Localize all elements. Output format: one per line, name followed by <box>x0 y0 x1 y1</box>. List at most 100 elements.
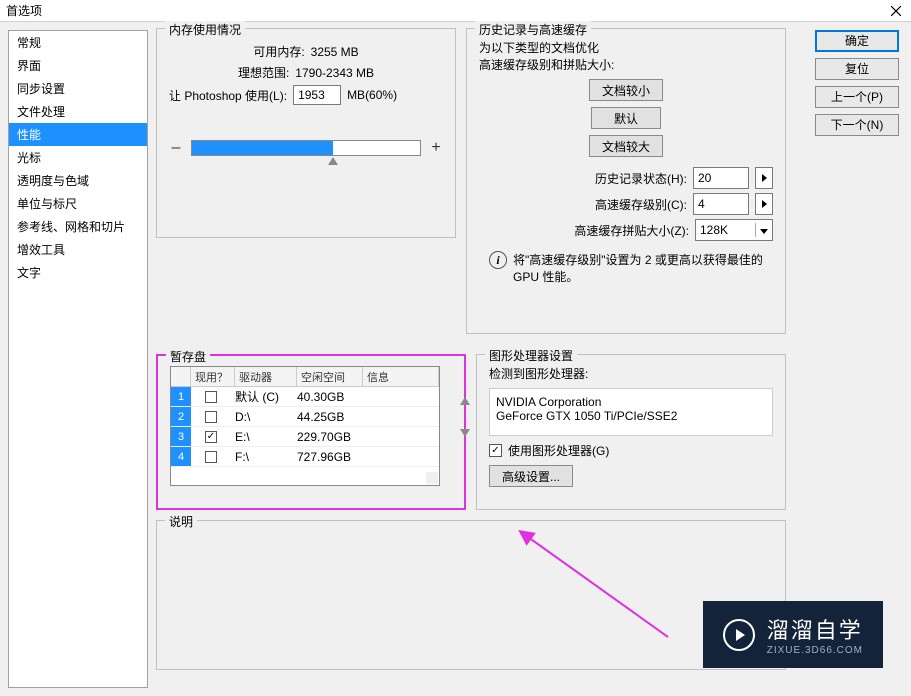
scratch-fieldset: 暂存盘 现用？ 驱动器 空闲空间 信息 1默认 (C)40.30GB2D:\44… <box>156 354 466 510</box>
memory-legend: 内存使用情况 <box>165 21 245 38</box>
available-value: 3255 MB <box>311 45 359 59</box>
free-cell: 229.70GB <box>293 430 359 444</box>
history-legend: 历史记录与高速缓存 <box>475 21 591 38</box>
active-checkbox[interactable] <box>205 451 217 463</box>
table-row[interactable]: 1默认 (C)40.30GB <box>171 387 439 407</box>
close-icon <box>891 6 901 16</box>
tile-size-select[interactable]: 128K <box>695 219 773 241</box>
col-free[interactable]: 空闲空间 <box>297 367 363 386</box>
slider-increase-icon[interactable]: + <box>429 139 443 157</box>
sidebar-item-filehandling[interactable]: 文件处理 <box>9 100 147 123</box>
sidebar-item-general[interactable]: 常规 <box>9 31 147 54</box>
cache-levels-label: 高速缓存级别(C): <box>595 196 687 213</box>
cache-levels-stepper[interactable] <box>755 193 773 215</box>
row-number: 3 <box>171 427 191 446</box>
active-checkbox[interactable] <box>205 431 217 443</box>
active-checkbox[interactable] <box>205 391 217 403</box>
memory-unit: MB(60%) <box>347 88 397 102</box>
col-active[interactable]: 现用？ <box>191 367 235 386</box>
doc-default-button[interactable]: 默认 <box>591 107 661 129</box>
col-info[interactable]: 信息 <box>363 367 439 386</box>
slider-fill <box>192 141 333 155</box>
move-up-button[interactable] <box>458 394 472 408</box>
watermark-url: ZIXUE.3D66.COM <box>767 645 863 656</box>
reset-button[interactable]: 复位 <box>815 58 899 80</box>
doc-big-button[interactable]: 文档较大 <box>589 135 663 157</box>
gpu-legend: 图形处理器设置 <box>485 347 577 364</box>
chevron-up-icon <box>460 397 470 405</box>
gpu-info-box: NVIDIA Corporation GeForce GTX 1050 Ti/P… <box>489 388 773 436</box>
memory-slider[interactable] <box>191 140 421 156</box>
sidebar-item-interface[interactable]: 界面 <box>9 54 147 77</box>
description-fieldset: 说明 <box>156 520 786 670</box>
history-fieldset: 历史记录与高速缓存 为以下类型的文档优化 高速缓存级别和拼贴大小: 文档较小 默… <box>466 28 786 334</box>
free-cell: 44.25GB <box>293 410 359 424</box>
table-row[interactable]: 2 D:\44.25GB <box>171 407 439 427</box>
tile-size-label: 高速缓存拼贴大小(Z): <box>574 222 689 239</box>
scratch-legend: 暂存盘 <box>166 348 210 365</box>
table-row[interactable]: 3 E:\229.70GB <box>171 427 439 447</box>
sidebar-item-sync[interactable]: 同步设置 <box>9 77 147 100</box>
title-bar: 首选项 <box>0 0 911 22</box>
drive-cell: E:\ <box>231 430 293 444</box>
active-checkbox[interactable] <box>205 411 217 423</box>
sidebar-item-performance[interactable]: 性能 <box>9 123 147 146</box>
next-button[interactable]: 下一个(N) <box>815 114 899 136</box>
description-legend: 说明 <box>165 513 197 530</box>
drive-cell: 默认 (C) <box>231 388 293 405</box>
chevron-right-icon <box>762 200 767 208</box>
let-use-label: 让 Photoshop 使用(L): <box>169 87 287 104</box>
memory-input[interactable] <box>293 85 341 105</box>
chevron-down-icon <box>460 429 470 437</box>
free-cell: 40.30GB <box>293 390 359 404</box>
scratch-table: 现用？ 驱动器 空闲空间 信息 1默认 (C)40.30GB2 D:\44.25G… <box>170 366 440 486</box>
row-number: 2 <box>171 407 191 426</box>
gpu-fieldset: 图形处理器设置 检测到图形处理器: NVIDIA Corporation GeF… <box>476 354 786 510</box>
table-row[interactable]: 4F:\727.96GB <box>171 447 439 467</box>
sidebar-item-units[interactable]: 单位与标尺 <box>9 192 147 215</box>
gpu-model: GeForce GTX 1050 Ti/PCIe/SSE2 <box>496 409 766 423</box>
chevron-down-icon <box>760 229 768 234</box>
available-label: 可用内存: <box>253 43 304 60</box>
slider-thumb-icon[interactable] <box>328 157 338 165</box>
gpu-advanced-button[interactable]: 高级设置... <box>489 465 573 487</box>
gpu-vendor: NVIDIA Corporation <box>496 395 766 409</box>
col-num <box>171 367 191 386</box>
table-header: 现用？ 驱动器 空闲空间 信息 <box>171 367 439 387</box>
sidebar-item-cursors[interactable]: 光标 <box>9 146 147 169</box>
col-drive[interactable]: 驱动器 <box>235 367 297 386</box>
cache-levels-input[interactable]: 4 <box>693 193 749 215</box>
dialog-buttons: 确定 复位 上一个(P) 下一个(N) <box>811 22 911 696</box>
gpu-detected-label: 检测到图形处理器: <box>489 365 773 382</box>
chevron-right-icon <box>762 174 767 182</box>
category-sidebar: 常规 界面 同步设置 文件处理 性能 光标 透明度与色域 单位与标尺 参考线、网… <box>8 30 148 688</box>
sidebar-item-type[interactable]: 文字 <box>9 261 147 284</box>
use-gpu-checkbox[interactable] <box>489 444 502 457</box>
cache-note: 将"高速缓存级别"设置为 2 或更高以获得最佳的 GPU 性能。 <box>513 251 763 285</box>
history-states-label: 历史记录状态(H): <box>595 170 687 187</box>
history-states-input[interactable]: 20 <box>693 167 749 189</box>
cache-tile-label: 高速缓存级别和拼贴大小: <box>479 56 773 73</box>
info-icon: i <box>489 251 507 269</box>
sidebar-item-plugins[interactable]: 增效工具 <box>9 238 147 261</box>
doc-small-button[interactable]: 文档较小 <box>589 79 663 101</box>
ok-button[interactable]: 确定 <box>815 30 899 52</box>
use-gpu-label: 使用图形处理器(G) <box>508 442 609 459</box>
window-title: 首选项 <box>6 2 42 19</box>
free-cell: 727.96GB <box>293 450 359 464</box>
slider-decrease-icon[interactable]: – <box>169 139 183 157</box>
close-button[interactable] <box>887 2 905 20</box>
memory-fieldset: 内存使用情况 可用内存: 3255 MB 理想范围: 1790-2343 MB … <box>156 28 456 238</box>
sidebar-item-transparency[interactable]: 透明度与色域 <box>9 169 147 192</box>
scroll-corner <box>426 472 438 484</box>
ideal-label: 理想范围: <box>238 64 289 81</box>
watermark: 溜溜自学 ZIXUE.3D66.COM <box>703 601 883 668</box>
history-states-stepper[interactable] <box>755 167 773 189</box>
drive-cell: D:\ <box>231 410 293 424</box>
sidebar-item-guides[interactable]: 参考线、网格和切片 <box>9 215 147 238</box>
prev-button[interactable]: 上一个(P) <box>815 86 899 108</box>
play-icon <box>723 619 755 651</box>
drive-cell: F:\ <box>231 450 293 464</box>
move-down-button[interactable] <box>458 426 472 440</box>
optimize-for-label: 为以下类型的文档优化 <box>479 39 773 56</box>
